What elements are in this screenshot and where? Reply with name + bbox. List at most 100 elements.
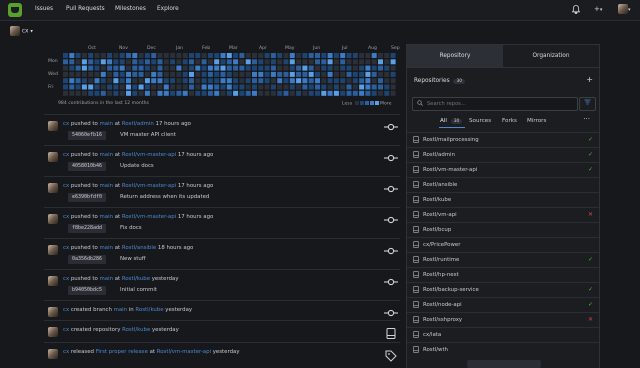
bell-icon[interactable] <box>571 5 581 16</box>
repo-name[interactable]: Rostl/vm-api <box>423 212 457 218</box>
heatmap-cell[interactable] <box>371 90 377 96</box>
commit-sha[interactable]: 0a356db286 <box>68 255 106 264</box>
subtab-all[interactable]: All 30 <box>440 118 463 124</box>
heatmap-cell[interactable] <box>346 84 352 90</box>
more-options-button[interactable]: ··· <box>583 115 590 123</box>
heatmap-cell[interactable] <box>119 90 125 96</box>
heatmap-cell[interactable] <box>296 78 302 84</box>
heatmap-cell[interactable] <box>207 78 213 84</box>
repo-list-item[interactable]: Rostl/vm-api ✕ <box>407 207 599 223</box>
heatmap-cell[interactable] <box>138 59 144 65</box>
heatmap-cell[interactable] <box>258 71 264 77</box>
heatmap-cell[interactable] <box>100 71 106 77</box>
heatmap-cell[interactable] <box>359 90 365 96</box>
heatmap-cell[interactable] <box>333 78 339 84</box>
heatmap-cell[interactable] <box>189 90 194 96</box>
heatmap-cell[interactable] <box>384 59 390 65</box>
heatmap-cell[interactable] <box>315 59 320 65</box>
heatmap-cell[interactable] <box>378 59 383 65</box>
heatmap-cell[interactable] <box>151 65 157 71</box>
heatmap-cell[interactable] <box>270 71 276 77</box>
heatmap-cell[interactable] <box>252 71 257 77</box>
repo-name[interactable]: Rostl/bcup <box>423 227 451 233</box>
heatmap-cell[interactable] <box>258 53 264 58</box>
heatmap-cell[interactable] <box>157 53 163 58</box>
heatmap-cell[interactable] <box>176 65 182 71</box>
repo-link[interactable]: Rostl/vm-master-api <box>122 152 176 158</box>
heatmap-cell[interactable] <box>163 84 169 90</box>
heatmap-cell[interactable] <box>340 90 346 96</box>
heatmap-cell[interactable] <box>277 65 283 71</box>
heatmap-cell[interactable] <box>296 65 302 71</box>
heatmap-cell[interactable] <box>233 90 239 96</box>
heatmap-cell[interactable] <box>182 65 188 71</box>
heatmap-cell[interactable] <box>390 59 396 65</box>
repo-name[interactable]: cx/lata <box>423 332 441 338</box>
heatmap-cell[interactable] <box>107 90 113 96</box>
heatmap-cell[interactable] <box>220 53 226 58</box>
heatmap-cell[interactable] <box>233 65 239 71</box>
heatmap-cell[interactable] <box>359 78 365 84</box>
heatmap-cell[interactable] <box>226 90 232 96</box>
heatmap-cell[interactable] <box>365 71 371 77</box>
subtab-forks[interactable]: Forks <box>502 118 517 124</box>
heatmap-cell[interactable] <box>321 84 327 90</box>
branch-link[interactable]: main <box>100 245 113 251</box>
heatmap-cell[interactable] <box>333 71 339 77</box>
heatmap-cell[interactable] <box>63 90 68 96</box>
heatmap-cell[interactable] <box>100 53 106 58</box>
repo-list-item[interactable]: Rostl/hp-next <box>407 267 599 283</box>
heatmap-cell[interactable] <box>201 65 207 71</box>
heatmap-cell[interactable] <box>195 65 201 71</box>
heatmap-cell[interactable] <box>245 90 251 96</box>
heatmap-cell[interactable] <box>340 53 346 58</box>
heatmap-cell[interactable] <box>69 90 75 96</box>
heatmap-cell[interactable] <box>378 53 383 58</box>
heatmap-cell[interactable] <box>113 90 119 96</box>
heatmap-cell[interactable] <box>144 90 150 96</box>
search-input[interactable] <box>427 99 572 108</box>
heatmap-cell[interactable] <box>283 59 289 65</box>
heatmap-cell[interactable] <box>88 84 94 90</box>
heatmap-cell[interactable] <box>94 65 100 71</box>
heatmap-cell[interactable] <box>226 53 232 58</box>
heatmap-cell[interactable] <box>182 84 188 90</box>
heatmap-cell[interactable] <box>100 84 106 90</box>
heatmap-cell[interactable] <box>283 84 289 90</box>
heatmap-cell[interactable] <box>390 65 396 71</box>
heatmap-cell[interactable] <box>88 78 94 84</box>
repo-list-item[interactable]: Rostl/wth <box>407 342 599 358</box>
heatmap-cell[interactable] <box>270 59 276 65</box>
heatmap-cell[interactable] <box>340 59 346 65</box>
heatmap-cell[interactable] <box>333 65 339 71</box>
repo-link[interactable]: Rostl/kube <box>122 276 150 282</box>
branch-link[interactable]: main <box>100 214 113 220</box>
heatmap-cell[interactable] <box>126 71 131 77</box>
heatmap-cell[interactable] <box>365 84 371 90</box>
nav-issues[interactable]: Issues <box>35 6 53 12</box>
heatmap-cell[interactable] <box>245 78 251 84</box>
heatmap-cell[interactable] <box>352 78 358 84</box>
heatmap-cell[interactable] <box>239 53 245 58</box>
heatmap-cell[interactable] <box>302 90 308 96</box>
heatmap-cell[interactable] <box>239 90 245 96</box>
heatmap-cell[interactable] <box>258 65 264 71</box>
heatmap-cell[interactable] <box>321 90 327 96</box>
heatmap-cell[interactable] <box>239 59 245 65</box>
heatmap-cell[interactable] <box>176 90 182 96</box>
heatmap-cell[interactable] <box>220 78 226 84</box>
heatmap-cell[interactable] <box>170 78 176 84</box>
heatmap-cell[interactable] <box>302 78 308 84</box>
heatmap-cell[interactable] <box>226 78 232 84</box>
heatmap-cell[interactable] <box>170 84 176 90</box>
heatmap-cell[interactable] <box>277 59 283 65</box>
heatmap-cell[interactable] <box>359 84 365 90</box>
heatmap-cell[interactable] <box>289 53 295 58</box>
heatmap-cell[interactable] <box>144 71 150 77</box>
heatmap-cell[interactable] <box>75 90 81 96</box>
heatmap-cell[interactable] <box>245 65 251 71</box>
heatmap-cell[interactable] <box>182 59 188 65</box>
heatmap-cell[interactable] <box>138 78 144 84</box>
actor-link[interactable]: cx <box>63 183 69 189</box>
subtab-mirrors[interactable]: Mirrors <box>527 118 546 124</box>
